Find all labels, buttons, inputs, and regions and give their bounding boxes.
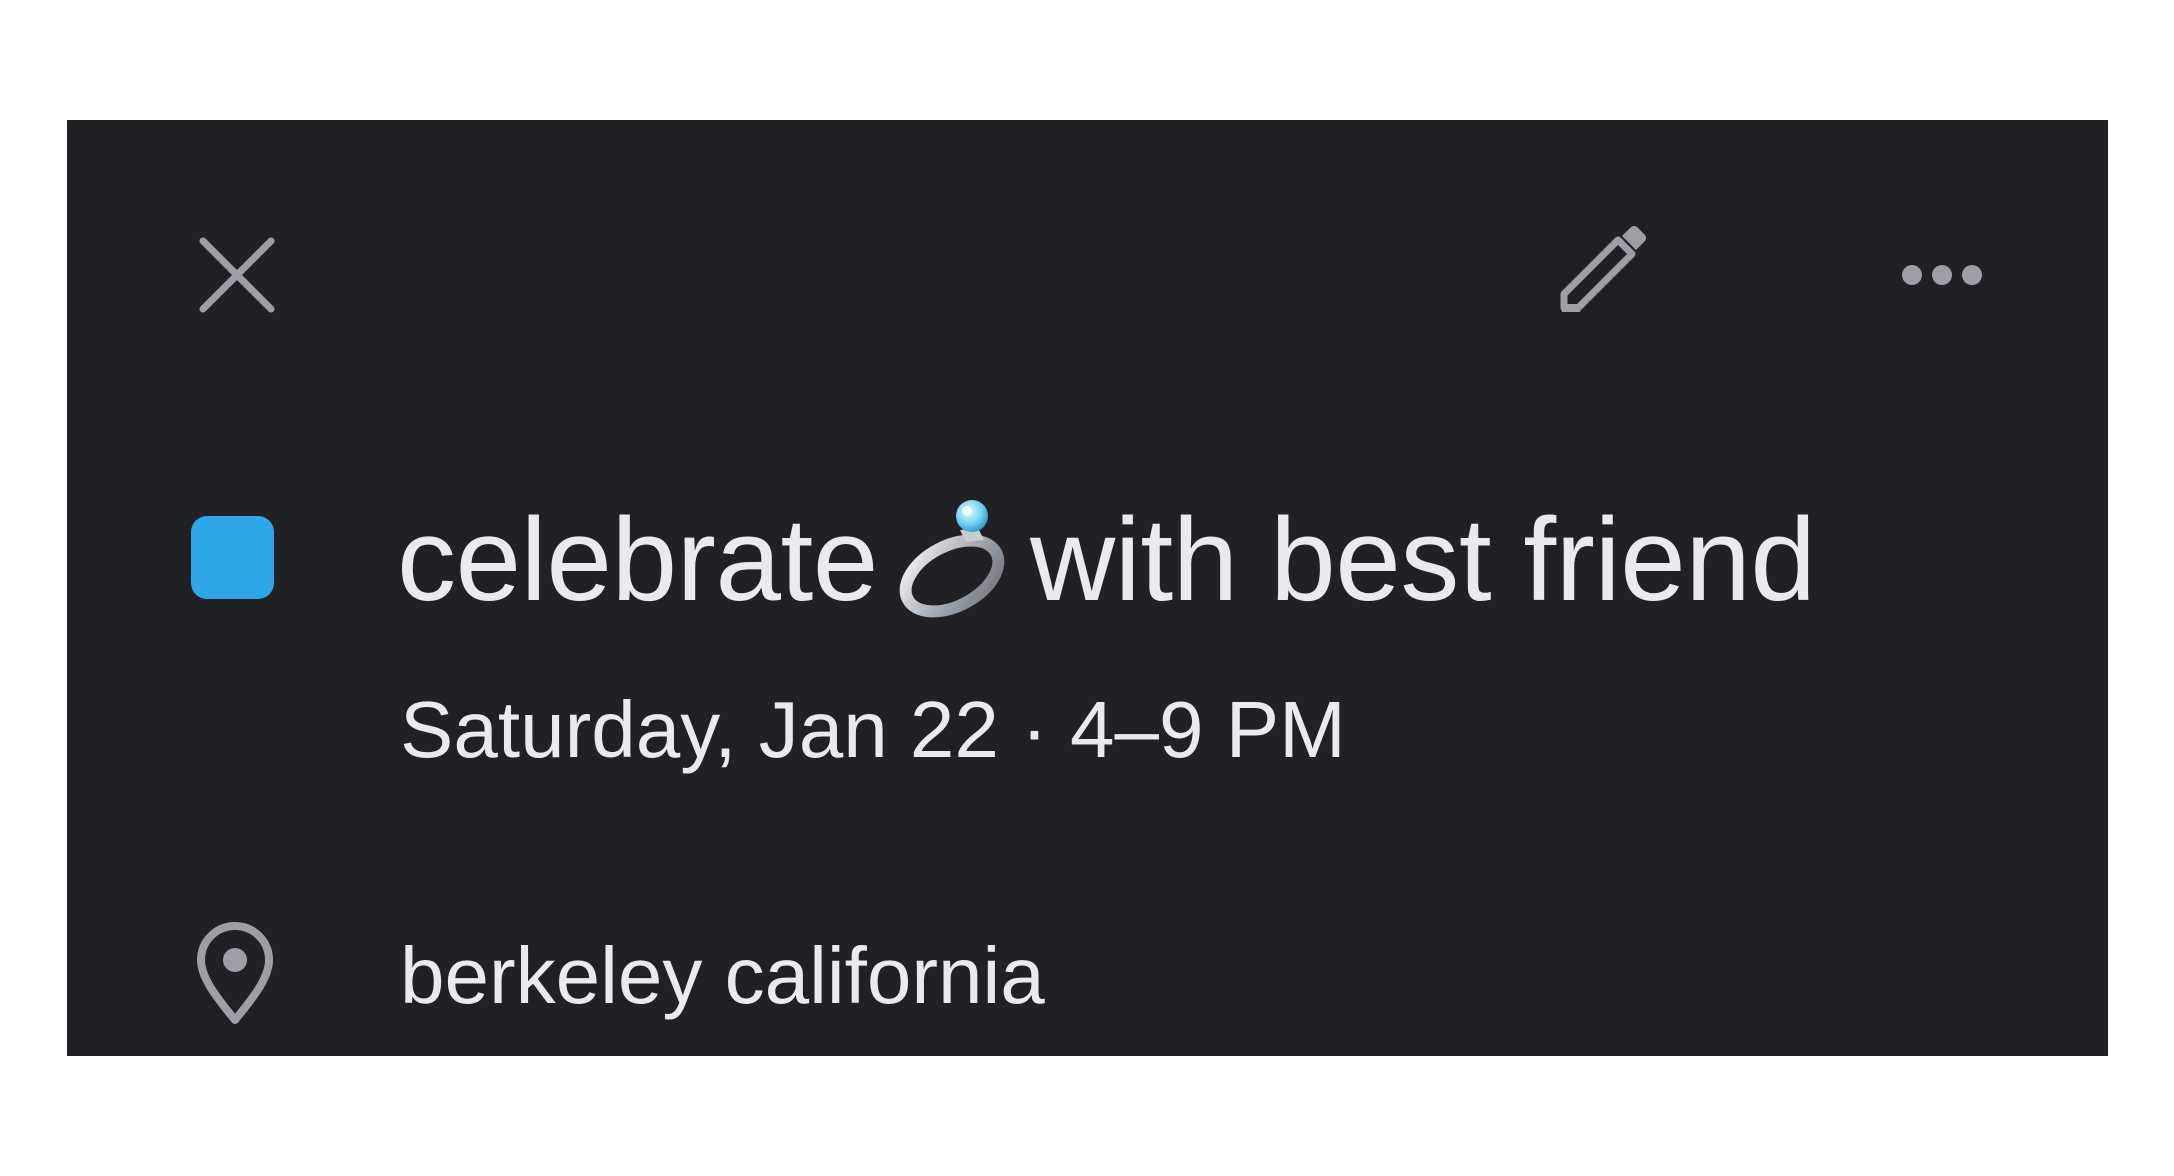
more-horizontal-icon bbox=[1902, 265, 1982, 285]
event-title: celebrate with best friend bbox=[397, 490, 1816, 630]
more-options-button[interactable] bbox=[1877, 215, 2007, 335]
event-title-end: with best friend bbox=[1029, 494, 1816, 626]
event-datetime: Saturday, Jan 22 · 4–9 PM bbox=[400, 685, 1346, 774]
ring-icon bbox=[899, 500, 1005, 618]
event-detail-panel: celebrate with best friend Saturday, Jan… bbox=[67, 120, 2108, 1056]
pencil-icon bbox=[1560, 226, 1646, 312]
event-location[interactable]: berkeley california bbox=[400, 926, 1045, 1026]
edit-button[interactable] bbox=[1537, 210, 1667, 330]
calendar-color-swatch bbox=[191, 516, 274, 599]
event-title-start: celebrate bbox=[397, 494, 878, 626]
close-icon bbox=[199, 237, 275, 313]
close-button[interactable] bbox=[177, 215, 297, 335]
location-pin-icon bbox=[185, 920, 285, 1030]
